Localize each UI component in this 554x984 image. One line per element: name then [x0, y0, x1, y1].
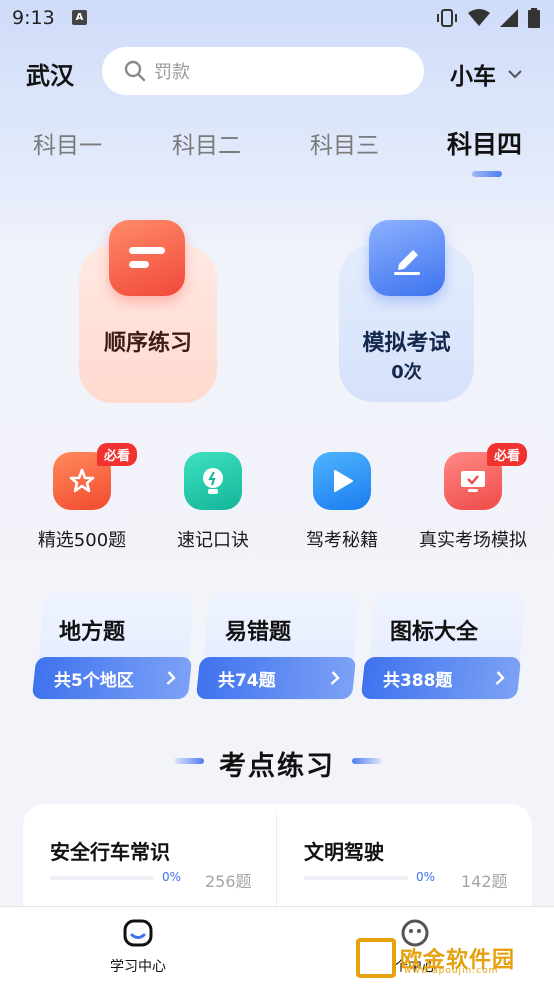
play-icon — [313, 452, 371, 510]
order-practice-title: 顺序练习 — [103, 331, 192, 356]
list-icon — [109, 220, 185, 296]
status-icons — [436, 8, 540, 28]
search-input[interactable]: 罚款 — [102, 47, 424, 95]
feature-mnemonics[interactable]: 速记口诀 — [148, 452, 278, 552]
icon-collection-subtitle: 共388题 — [383, 670, 453, 691]
tab-subject-3[interactable]: 科目三 — [310, 126, 379, 160]
battery-icon — [528, 8, 540, 28]
feature-label: 真实考场模拟 — [419, 530, 527, 551]
local-questions-title: 地方题 — [59, 620, 126, 645]
feature-label: 驾考秘籍 — [306, 530, 378, 551]
practice-progress-bar — [304, 876, 408, 880]
signal-icon — [500, 9, 518, 27]
practice-divider — [276, 814, 277, 910]
must-see-badge: 必看 — [97, 443, 138, 466]
wifi-icon — [468, 9, 490, 26]
practice-progress-percent: 0% — [162, 870, 182, 884]
practice-question-count: 256题 — [205, 872, 252, 891]
city-selector[interactable]: 武汉 — [26, 56, 74, 91]
practice-progress-bar — [50, 876, 154, 880]
section-title: 考点练习 — [219, 751, 335, 782]
search-placeholder: 罚款 — [154, 62, 190, 83]
section-decoration-right — [352, 758, 382, 764]
vehicle-type-selector[interactable]: 小车 — [450, 57, 522, 91]
pencil-icon — [369, 220, 445, 296]
notification-icon: A — [72, 10, 87, 25]
watermark: 欧金软件园 www.apoujin.com — [356, 937, 548, 979]
study-icon — [123, 919, 153, 947]
tab-subject-1[interactable]: 科目一 — [33, 126, 102, 160]
nav-label: 学习中心 — [110, 959, 166, 975]
chevron-right-icon — [166, 671, 176, 685]
chevron-down-icon — [508, 70, 522, 79]
local-questions-subtitle: 共5个地区 — [54, 670, 134, 691]
tab-indicator — [472, 171, 502, 177]
chevron-right-icon — [330, 671, 340, 685]
must-see-badge: 必看 — [487, 443, 528, 466]
error-prone-subtitle: 共74题 — [218, 670, 276, 691]
local-questions-button[interactable]: 共5个地区 — [31, 657, 193, 699]
lightbulb-icon — [184, 452, 242, 510]
subject-tabs: 科目一 科目二 科目三 科目四 — [0, 126, 554, 166]
mock-exam-title: 模拟考试 — [362, 331, 451, 356]
vibrate-icon — [437, 9, 457, 27]
feature-selected-500[interactable]: 必看 精选500题 — [17, 443, 147, 552]
practice-item-title[interactable]: 文明驾驶 — [304, 836, 384, 865]
status-bar: 9:13 A — [0, 0, 554, 36]
mock-exam-count: 0次 — [391, 362, 422, 383]
icon-collection-button[interactable]: 共388题 — [360, 657, 522, 699]
watermark-url: www.apoujin.com — [404, 966, 499, 976]
tab-subject-4[interactable]: 科目四 — [447, 125, 522, 161]
tab-subject-2[interactable]: 科目二 — [172, 126, 241, 160]
practice-progress-percent: 0% — [416, 870, 436, 884]
watermark-logo — [356, 938, 396, 978]
error-prone-button[interactable]: 共74题 — [195, 657, 357, 699]
status-time: 9:13 — [12, 7, 55, 29]
feature-label: 速记口诀 — [177, 530, 249, 551]
practice-question-count: 142题 — [461, 872, 508, 891]
nav-study-center[interactable]: 学习中心 — [78, 918, 198, 976]
search-icon — [124, 60, 146, 82]
feature-real-exam-sim[interactable]: 必看 真实考场模拟 — [408, 443, 538, 552]
practice-item-title[interactable]: 安全行车常识 — [50, 836, 170, 865]
vehicle-type-label: 小车 — [450, 64, 496, 90]
icon-collection-title: 图标大全 — [390, 620, 479, 645]
feature-secrets[interactable]: 驾考秘籍 — [277, 452, 407, 552]
chevron-right-icon — [495, 671, 505, 685]
feature-label: 精选500题 — [37, 530, 127, 551]
error-prone-title: 易错题 — [225, 620, 292, 645]
